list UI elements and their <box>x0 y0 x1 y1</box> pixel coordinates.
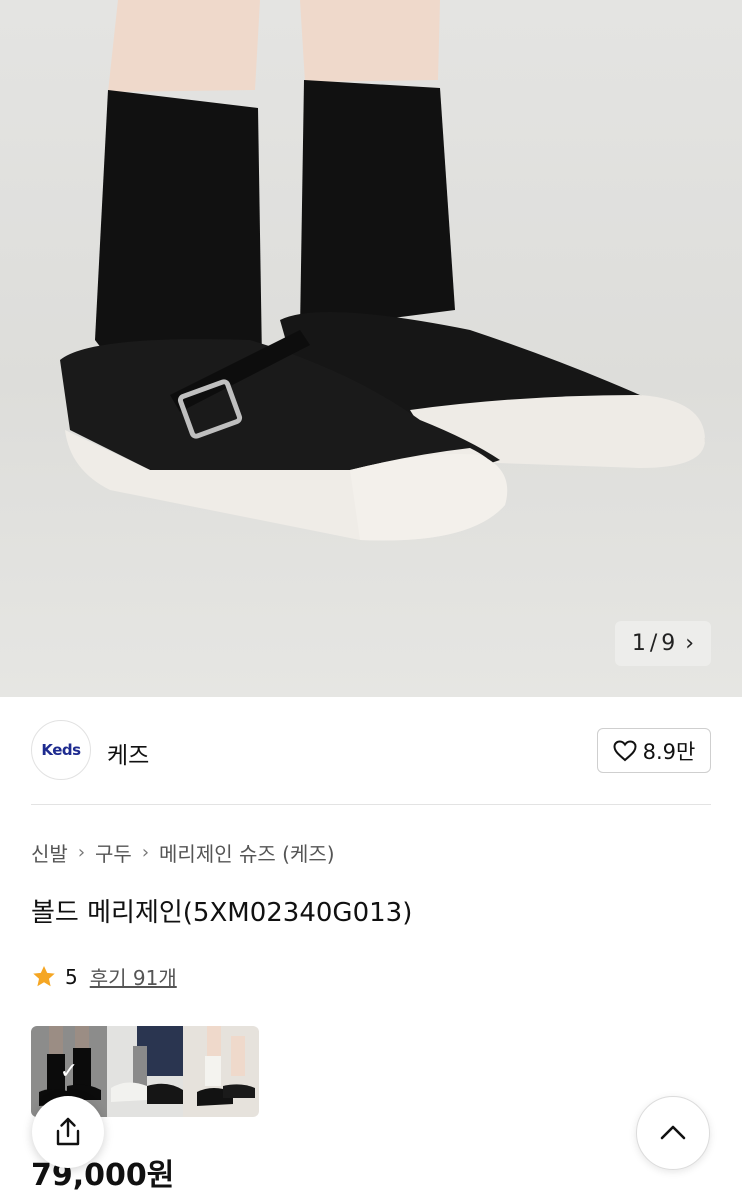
reviews-link[interactable]: 후기 91개 <box>90 962 177 991</box>
product-photo <box>60 0 705 541</box>
breadcrumb: 신발 › 구두 › 메리제인 슈즈 (케즈) <box>31 838 335 867</box>
breadcrumb-item[interactable]: 메리제인 슈즈 (케즈) <box>159 838 335 867</box>
like-count: 8.9만 <box>642 739 696 764</box>
share-button[interactable] <box>32 1096 104 1168</box>
divider <box>31 804 711 805</box>
heart-outline-icon <box>613 739 637 761</box>
thumbnail-item[interactable] <box>107 1026 183 1117</box>
chevron-right-icon: › <box>141 842 150 863</box>
breadcrumb-item[interactable]: 신발 <box>31 838 68 867</box>
star-icon <box>33 965 55 986</box>
pager-current: 1 <box>631 631 646 656</box>
chevron-up-icon <box>660 1125 686 1140</box>
brand-logo[interactable]: Keds <box>31 720 91 780</box>
rating-score: 5 <box>65 964 78 989</box>
share-icon <box>56 1117 80 1146</box>
breadcrumb-item[interactable]: 구두 <box>95 838 132 867</box>
brand-logo-text: Keds <box>41 741 81 759</box>
chevron-right-icon[interactable]: › <box>685 631 694 656</box>
pager-separator: / <box>649 631 658 656</box>
product-image[interactable]: 1 / 9 › <box>0 0 742 697</box>
like-button[interactable]: 8.9만 <box>597 728 711 773</box>
thumbnail-item[interactable] <box>183 1026 259 1117</box>
pager-total: 9 <box>661 631 676 656</box>
chevron-right-icon: › <box>77 842 86 863</box>
thumbnail-image <box>183 1026 259 1117</box>
image-pager[interactable]: 1 / 9 › <box>615 621 711 666</box>
brand-row: Keds 케즈 8.9만 <box>31 720 711 780</box>
scroll-top-button[interactable] <box>636 1096 710 1170</box>
product-title: 볼드 메리제인(5XM02340G013) <box>31 898 413 928</box>
thumbnail-image <box>107 1026 183 1117</box>
rating-row: 5 후기 91개 <box>31 962 177 991</box>
brand-name[interactable]: 케즈 <box>107 736 149 770</box>
